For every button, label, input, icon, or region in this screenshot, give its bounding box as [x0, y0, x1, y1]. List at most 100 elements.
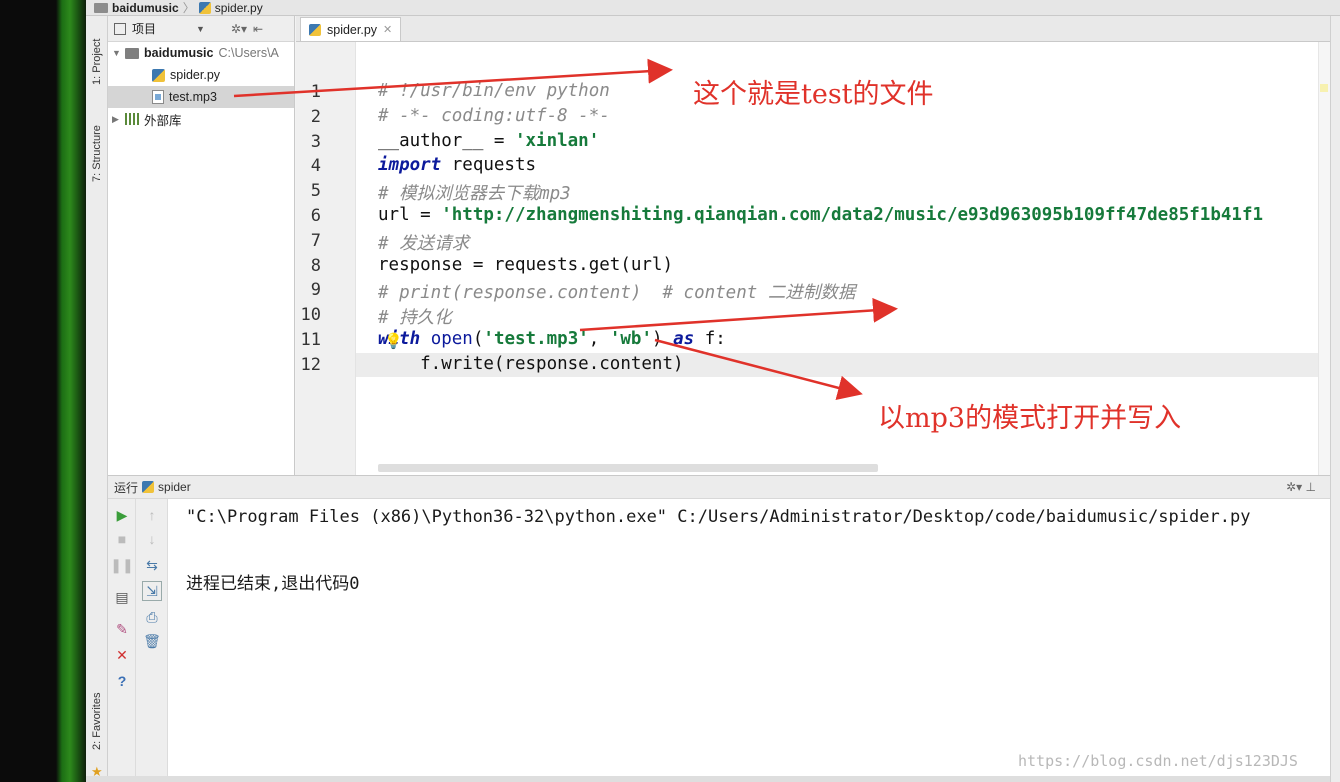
- run-toolbar-secondary: ↑ ↓ ⇆ ⇲ ⎙ 🗑: [136, 499, 168, 782]
- layout-icon[interactable]: ▤: [112, 587, 132, 607]
- python-file-icon: [142, 481, 155, 493]
- soft-wrap-icon[interactable]: ⇆: [142, 555, 162, 575]
- tree-root-baidumusic[interactable]: ▼ baidumusic C:\Users\A: [108, 42, 294, 64]
- line-number: 2: [310, 106, 321, 127]
- root-folder-path: C:\Users\A: [218, 46, 279, 60]
- python-file-icon: [198, 1, 211, 14]
- line-number: 8: [310, 255, 321, 276]
- lightbulb-icon[interactable]: 💡: [384, 332, 403, 350]
- expand-down-icon[interactable]: ▼: [112, 48, 121, 58]
- help-icon[interactable]: ?: [112, 671, 132, 691]
- line-number: 9: [310, 280, 321, 301]
- tab-structure-label: 7: Structure: [91, 125, 103, 183]
- breadcrumb-separator: 〉: [182, 1, 195, 15]
- line-number: 3: [310, 131, 321, 152]
- line-number: 5: [310, 181, 321, 202]
- line-number: 12: [300, 354, 321, 375]
- root-folder-label: baidumusic: [144, 46, 214, 60]
- line-number: 11: [300, 330, 321, 350]
- breadcrumb-project[interactable]: baidumusic: [94, 1, 179, 15]
- external-libraries-label: 外部库: [144, 113, 182, 128]
- right-tool-strip: [1330, 16, 1340, 782]
- editor-tab-spider[interactable]: spider.py ✕: [300, 17, 402, 41]
- close-icon[interactable]: ✕: [383, 23, 392, 36]
- code-line: # -*- coding:utf-8 -*-: [378, 105, 610, 126]
- expand-right-icon[interactable]: ▶: [112, 114, 120, 125]
- code-line: # !/usr/bin/env python: [378, 81, 610, 101]
- code-line: f.write(response.content): [378, 353, 684, 374]
- tree-external-libraries[interactable]: ▶ 外部库: [108, 108, 294, 130]
- gear-icon[interactable]: ✲▾: [231, 22, 247, 36]
- file-label-testmp3: test.mp3: [169, 90, 217, 104]
- stop-icon[interactable]: ■: [112, 529, 132, 549]
- library-icon: [125, 113, 139, 125]
- line-number: 4: [310, 156, 321, 177]
- pause-icon[interactable]: ❚❚: [110, 555, 133, 575]
- code-line: # 持久化: [378, 308, 452, 329]
- mp3-file-icon: [152, 90, 164, 104]
- tab-favorites[interactable]: 2: Favorites: [88, 678, 106, 764]
- line-number: 7: [310, 230, 321, 251]
- horizontal-scrollbar[interactable]: [378, 464, 878, 472]
- rerun-icon[interactable]: ▶: [112, 505, 132, 525]
- run-config-label[interactable]: spider: [158, 480, 191, 494]
- gear-icon[interactable]: ✲▾ ⊥: [1286, 480, 1316, 494]
- arrow-down-icon[interactable]: ↓: [142, 529, 162, 549]
- watermark: https://blog.csdn.net/djs123DJS: [1018, 752, 1298, 770]
- code-line: __author__ = 'xinlan': [378, 130, 600, 151]
- breadcrumb-file-label: spider.py: [214, 0, 263, 15]
- breadcrumb-project-label: baidumusic: [112, 0, 179, 15]
- code-line: # print(response.content) # content 二进制数…: [378, 283, 856, 304]
- line-number: 10: [300, 305, 321, 326]
- inspection-status-icon[interactable]: [1320, 84, 1328, 92]
- line-number-gutter: 1 2 3 4 5 6 7 8 9 10 11 12: [296, 42, 356, 475]
- code-line: url = 'http://zhangmenshiting.qianqian.c…: [378, 205, 1264, 225]
- python-file-icon: [309, 23, 321, 36]
- collapse-icon[interactable]: ⇤: [253, 22, 263, 36]
- run-toolbar-primary: ▶ ■ ❚❚ ▤ ✎ ✕ ?: [108, 499, 136, 782]
- tree-file-testmp3[interactable]: test.mp3: [108, 86, 294, 108]
- file-label-spider: spider.py: [170, 68, 221, 82]
- code-line: response = requests.get(url): [378, 254, 674, 275]
- project-view-icon: [114, 22, 126, 35]
- folder-icon: [125, 47, 139, 59]
- breadcrumb-file[interactable]: spider.py: [198, 0, 263, 15]
- console-command-line: "C:\Program Files (x86)\Python36-32\pyth…: [186, 507, 1251, 527]
- annotation-test-file: 这个就是test的文件: [693, 79, 934, 110]
- print-icon[interactable]: ⎙: [142, 607, 162, 627]
- editor-tab-bar: spider.py ✕: [296, 16, 1330, 42]
- code-line: with open('test.mp3', 'wb') as f:: [378, 329, 726, 349]
- desktop-background: [0, 0, 86, 782]
- folder-icon: [94, 2, 108, 13]
- navigation-breadcrumb: baidumusic 〉 spider.py: [86, 0, 1340, 16]
- project-view-label[interactable]: 项目: [132, 20, 156, 37]
- pin-icon[interactable]: ✎: [112, 619, 132, 639]
- code-line: import requests: [378, 155, 537, 176]
- bottom-tool-tabs: [86, 776, 1330, 782]
- run-title: 运行: [114, 480, 139, 495]
- scroll-to-end-icon[interactable]: ⇲: [142, 581, 162, 601]
- project-panel: 项目 ▼ ✲▾ ⇤ ▼ baidumusic C:\Users\A spider…: [108, 16, 295, 475]
- error-stripe: [1318, 42, 1330, 475]
- editor-tab-label: spider.py: [327, 22, 378, 37]
- tab-favorites-label: 2: Favorites: [91, 692, 103, 750]
- code-line: # 模拟浏览器去下载mp3: [378, 184, 571, 205]
- code-line: # 发送请求: [378, 233, 470, 254]
- run-panel-header: 运行 spider ✲▾ ⊥: [108, 475, 1330, 499]
- chevron-down-icon[interactable]: ▼: [196, 24, 205, 34]
- tab-project-label: 1: Project: [91, 38, 103, 86]
- run-console[interactable]: "C:\Program Files (x86)\Python36-32\pyth…: [168, 499, 1330, 782]
- console-exit-message: 进程已结束,退出代码0: [186, 574, 360, 594]
- line-number: 6: [310, 206, 321, 226]
- trash-icon[interactable]: 🗑: [142, 631, 162, 651]
- line-number: 1: [310, 82, 321, 102]
- close-icon[interactable]: ✕: [112, 645, 132, 665]
- project-panel-header: 项目 ▼ ✲▾ ⇤: [108, 16, 294, 42]
- annotation-mp3-mode: 以mp3的模式打开并写入: [878, 403, 1182, 434]
- tree-file-spider[interactable]: spider.py: [108, 64, 294, 86]
- tab-project[interactable]: 1: Project: [88, 22, 106, 102]
- python-file-icon: [152, 68, 165, 82]
- arrow-up-icon[interactable]: ↑: [142, 505, 162, 525]
- left-tool-strip: 1: Project 7: Structure 2: Favorites ★: [86, 16, 108, 782]
- tab-structure[interactable]: 7: Structure: [88, 114, 106, 194]
